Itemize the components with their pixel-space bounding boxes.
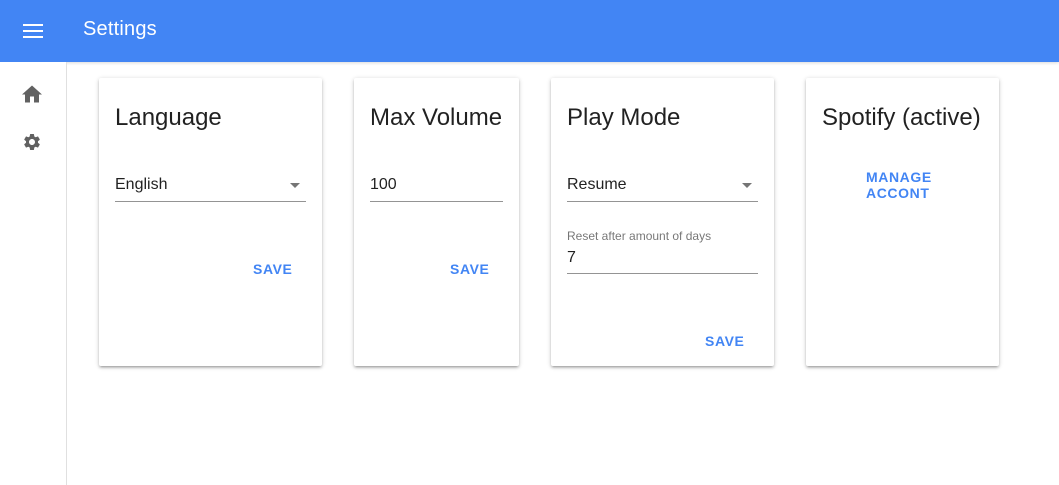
home-icon [22,85,42,103]
nav-item-home[interactable] [16,78,48,110]
spotify-card: Spotify (active) MANAGE ACCONT [806,78,999,366]
page-title: Settings [83,18,157,40]
reset-days-label: Reset after amount of days [567,229,712,243]
language-select-value: English [115,176,168,193]
max-volume-card: Max Volume 100 SAVE [354,78,519,366]
save-button[interactable]: SAVE [705,333,745,349]
play-mode-select-value: Resume [567,176,627,193]
play-mode-select[interactable]: Resume [567,170,758,202]
max-volume-input[interactable]: 100 [370,170,503,202]
dropdown-arrow-icon [290,183,300,188]
side-nav [0,62,67,485]
language-select[interactable]: English [115,170,306,202]
language-card: Language English SAVE [99,78,322,366]
reset-days-input[interactable]: 7 [567,242,758,274]
reset-days-value: 7 [567,249,576,266]
app-bar: Settings [0,0,1059,62]
manage-account-button[interactable]: MANAGE ACCONT [866,169,999,201]
gear-icon [24,134,40,150]
play-mode-card: Play Mode Resume Reset after amount of d… [551,78,774,366]
nav-item-settings[interactable] [16,126,48,158]
max-volume-value: 100 [370,176,397,193]
card-title: Max Volume [370,104,503,131]
menu-icon [23,24,43,38]
menu-button[interactable] [16,16,50,46]
card-title: Play Mode [567,104,681,131]
card-title: Spotify (active) [822,104,981,131]
dropdown-arrow-icon [742,183,752,188]
save-button[interactable]: SAVE [253,261,293,277]
save-button[interactable]: SAVE [450,261,490,277]
card-title: Language [115,104,222,131]
